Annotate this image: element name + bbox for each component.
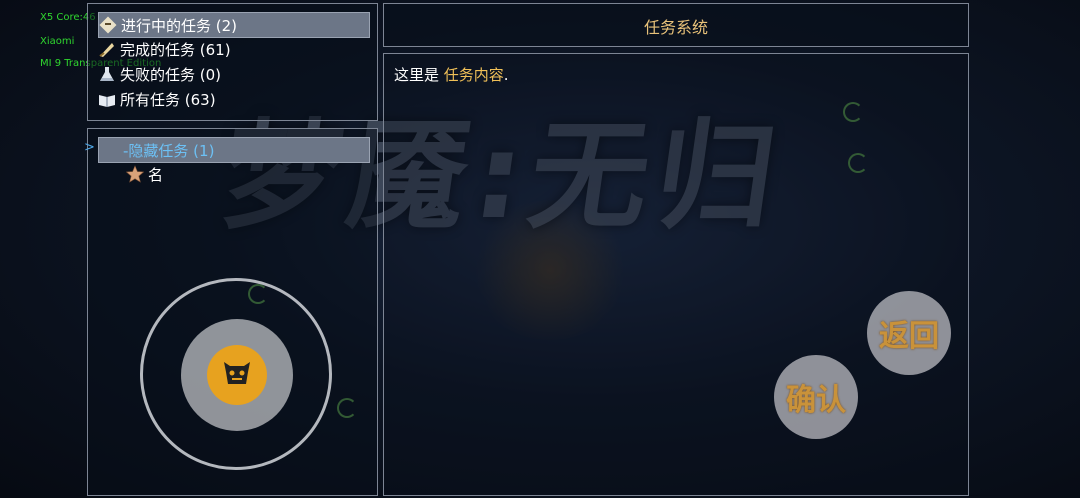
content-prefix: 这里是 — [394, 66, 444, 84]
task-content-panel: 这里是 任务内容. — [383, 53, 969, 496]
flask-icon — [98, 65, 116, 83]
task-group-label: -隐藏任务 (1) — [123, 141, 215, 160]
category-completed[interactable]: 完成的任务 (61) — [98, 37, 368, 61]
content-suffix: . — [503, 66, 509, 84]
task-entry-label: 名 — [148, 165, 164, 184]
book-icon — [98, 90, 116, 108]
category-label: 完成的任务 (61) — [120, 40, 231, 59]
quill-icon — [98, 40, 116, 58]
task-group-hidden[interactable]: -隐藏任务 (1) — [98, 137, 370, 163]
task-category-panel: 进行中的任务 (2) 完成的任务 (61) 失败的任务 (0) 所有任务 (63… — [87, 3, 378, 121]
window-title-bar: 任务系统 — [383, 3, 969, 47]
demon-head-icon — [220, 356, 254, 394]
confirm-button[interactable]: 确认 — [774, 355, 858, 439]
device-brand-text: Xiaomi — [40, 36, 75, 47]
swirl-decoration — [843, 102, 863, 122]
star-icon — [125, 165, 145, 183]
category-in-progress[interactable]: 进行中的任务 (2) — [98, 12, 370, 38]
category-failed[interactable]: 失败的任务 (0) — [98, 62, 368, 86]
category-all[interactable]: 所有任务 (63) — [98, 87, 368, 111]
selection-pointer: > — [84, 140, 95, 155]
task-entry[interactable]: 名 — [125, 162, 326, 186]
task-content-text: 这里是 任务内容. — [394, 64, 509, 85]
scroll-icon — [99, 16, 117, 34]
content-highlight: 任务内容 — [443, 66, 504, 84]
swirl-decoration — [337, 398, 357, 418]
window-title: 任务系统 — [643, 18, 708, 37]
category-label: 所有任务 (63) — [120, 90, 216, 109]
joystick-knob[interactable] — [207, 345, 267, 405]
swirl-decoration — [248, 284, 268, 304]
swirl-decoration — [848, 153, 868, 173]
back-button[interactable]: 返回 — [867, 291, 951, 375]
category-label: 进行中的任务 (2) — [121, 16, 238, 35]
category-label: 失败的任务 (0) — [120, 65, 222, 84]
